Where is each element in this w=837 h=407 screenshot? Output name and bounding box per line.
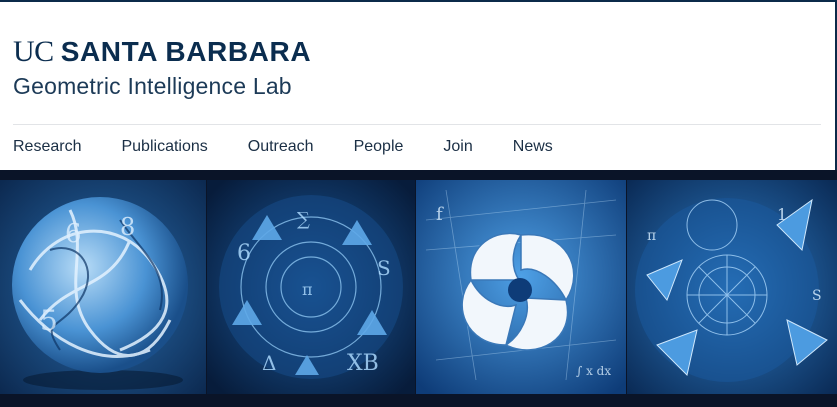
gallery-image-4: 1 S π [627,180,837,394]
geometric-artwork-polyhedra-icon: 1 S π [627,180,837,394]
svg-text:∑: ∑ [297,209,310,230]
geometric-artwork-sphere-icon: 6 8 5 [0,180,207,394]
svg-text:S: S [377,256,391,280]
svg-text:π: π [647,228,656,244]
svg-text:π: π [302,280,313,299]
svg-text:1: 1 [777,205,787,224]
nav-news[interactable]: News [513,136,553,158]
svg-text:8: 8 [120,213,135,241]
geometric-artwork-symbols-icon: 6 S ∑ XB Δ π [207,180,416,394]
logo-uc: UC [13,35,54,68]
geometric-artwork-spiral-icon: f ∫ x dx [416,180,627,394]
nav-outreach[interactable]: Outreach [248,136,314,158]
svg-text:6: 6 [237,241,251,266]
nav-people[interactable]: People [354,136,404,158]
svg-text:S: S [812,288,822,304]
svg-text:6: 6 [65,219,82,249]
nav-join[interactable]: Join [443,136,472,158]
svg-text:Δ: Δ [262,351,276,375]
logo-santa-barbara: SANTA BARBARA [60,36,312,67]
gallery-image-2: 6 S ∑ XB Δ π [207,180,416,394]
nav-publications[interactable]: Publications [121,136,207,158]
svg-text:∫ x dx: ∫ x dx [576,364,611,378]
lab-title[interactable]: Geometric Intelligence Lab [13,72,292,100]
university-logo[interactable]: UC SANTA BARBARA [13,36,311,68]
main-nav: Research Publications Outreach People Jo… [13,136,593,158]
nav-research[interactable]: Research [13,136,81,158]
svg-text:5: 5 [40,304,58,337]
svg-text:XB: XB [347,351,379,376]
gallery-image-3: f ∫ x dx [416,180,627,394]
header-divider [13,124,821,125]
hero-gallery: 6 8 5 6 S ∑ XB Δ π f ∫ x dx 1 S π [0,170,837,407]
top-border [0,0,837,2]
gallery-image-1: 6 8 5 [0,180,207,394]
